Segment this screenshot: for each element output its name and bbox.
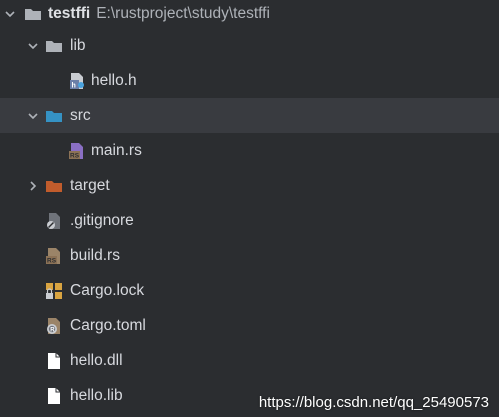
tree-row-cargo-toml[interactable]: R Cargo.toml (0, 308, 499, 343)
tree-row-root[interactable]: testffi E:\rustproject\study\testffi (0, 0, 499, 28)
lock-file-icon (45, 282, 63, 300)
folder-icon (45, 37, 63, 55)
rust-file-icon: RS (45, 247, 63, 265)
svg-text:R: R (50, 327, 55, 333)
tree-row-build-rs[interactable]: RS build.rs (0, 238, 499, 273)
tree-item-label: target (70, 176, 110, 194)
chevron-down-icon[interactable] (25, 108, 41, 124)
chevron-right-icon[interactable] (25, 178, 41, 194)
excluded-folder-icon (45, 177, 63, 195)
file-icon (45, 352, 63, 370)
tree-item-label: hello.h (91, 71, 137, 89)
chevron-down-icon[interactable] (2, 6, 18, 22)
folder-icon (24, 5, 42, 23)
rust-file-icon: RS (68, 142, 86, 160)
tree-row-target[interactable]: target (0, 168, 499, 203)
tree-item-label: build.rs (70, 246, 120, 264)
tree-row-src[interactable]: src (0, 98, 499, 133)
gitignore-file-icon (45, 212, 63, 230)
project-tree: testffi E:\rustproject\study\testffi lib … (0, 0, 499, 417)
tree-item-label: hello.lib (70, 386, 123, 404)
svg-text:RS: RS (70, 152, 80, 159)
tree-row-gitignore[interactable]: .gitignore (0, 203, 499, 238)
root-label: testffi E:\rustproject\study\testffi (48, 5, 270, 23)
tree-item-label: Cargo.toml (70, 316, 146, 334)
c-header-file-icon: h (68, 72, 86, 90)
svg-text:h: h (72, 82, 76, 89)
tree-item-label: main.rs (91, 141, 142, 159)
root-name: testffi (48, 5, 91, 22)
source-folder-icon (45, 107, 63, 125)
tree-row-cargo-lock[interactable]: Cargo.lock (0, 273, 499, 308)
tree-item-label: hello.dll (70, 351, 123, 369)
tree-row-hello-h[interactable]: h hello.h (0, 63, 499, 98)
watermark-text: https://blog.csdn.net/qq_25490573 (258, 394, 489, 411)
tree-item-label: lib (70, 36, 86, 54)
file-icon (45, 387, 63, 405)
tree-item-label: Cargo.lock (70, 281, 145, 299)
tree-item-label: src (70, 106, 91, 124)
tree-item-label: .gitignore (70, 211, 134, 229)
tree-row-hello-dll[interactable]: hello.dll (0, 343, 499, 378)
toml-file-icon: R (45, 317, 63, 335)
svg-text:RS: RS (47, 257, 57, 264)
root-path: E:\rustproject\study\testffi (96, 5, 270, 22)
tree-row-main-rs[interactable]: RS main.rs (0, 133, 499, 168)
tree-row-lib[interactable]: lib (0, 28, 499, 63)
chevron-down-icon[interactable] (25, 38, 41, 54)
